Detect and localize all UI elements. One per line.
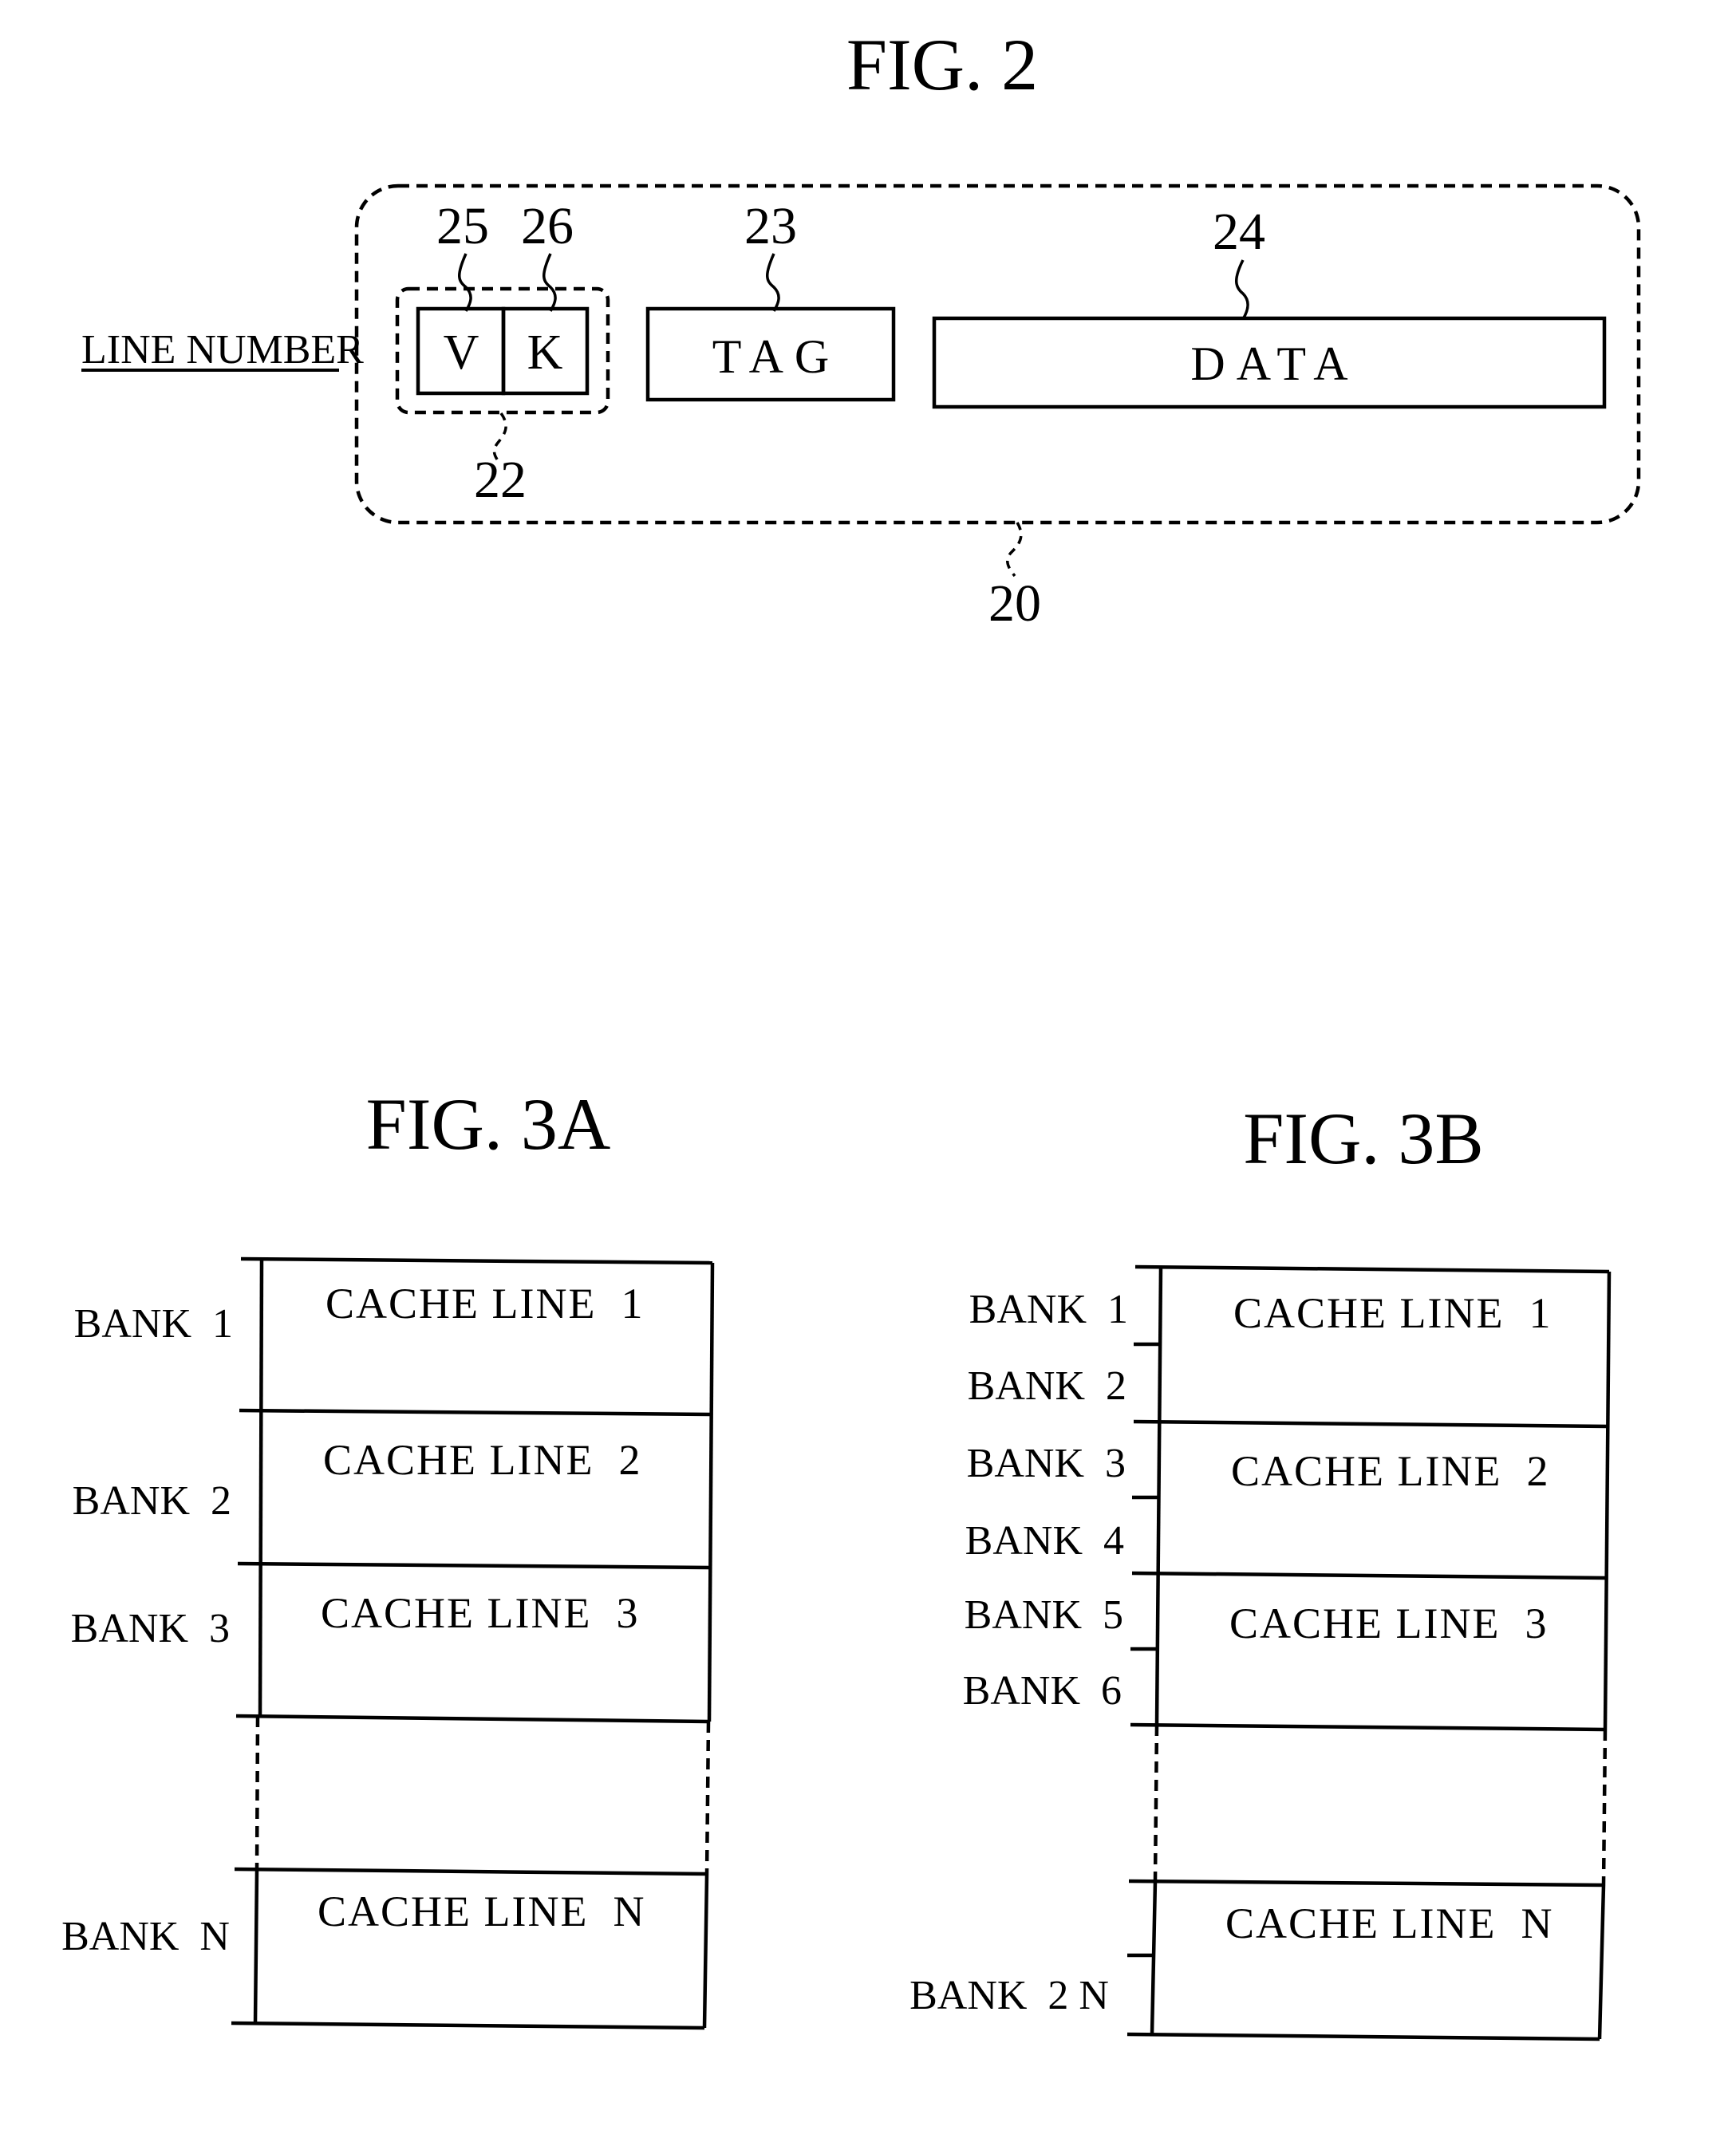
fig3b-left-edge-bottom: [1150, 1880, 1158, 2035]
callout-20: 20: [988, 574, 1041, 633]
tag-label: TAG: [712, 330, 841, 383]
callout-26: 26: [521, 197, 574, 255]
fig3b-right-edge-top: [1603, 1271, 1612, 1730]
callout-25: 25: [436, 197, 489, 255]
fig3a-right-edge-top: [707, 1262, 715, 1722]
valid-bit-label: V: [444, 325, 479, 380]
fig3b-cache-line-label: CACHE LINE 3: [1229, 1600, 1548, 1647]
callout-24: 24: [1213, 203, 1265, 261]
fig3b-right-edge-bottom: [1597, 1884, 1606, 2040]
fig3b-right-edge-gap: [1601, 1729, 1608, 1886]
leader-23: [766, 253, 780, 312]
fig3b-row-boundary: [1128, 1879, 1604, 1887]
fig3b-left-edge-gap: [1153, 1724, 1159, 1882]
fig3a-row-boundary: [231, 2021, 705, 2030]
leader-25: [458, 253, 472, 312]
fig3a-cache-line-label: CACHE LINE 3: [321, 1589, 639, 1637]
fig3a-left-edge-top: [258, 1258, 264, 1717]
fig3b-row-boundary: [1134, 1264, 1610, 1274]
fig3b-bank-label: BANK 6: [963, 1668, 1122, 1714]
patent-figure-sheet: FIG. 2 LINE NUMBER V K TAG DATA 25 26 23…: [61, 24, 1641, 2041]
fig3a-left-edge-bottom: [253, 1868, 259, 2024]
fig3b-cache-line-label: CACHE LINE N: [1225, 1899, 1553, 1947]
fig3a-cache-line-label: CACHE LINE 2: [323, 1436, 641, 1484]
fig3a-bank-label: BANK 1: [74, 1301, 233, 1347]
fig3b-bank-label: BANK 2: [968, 1363, 1126, 1409]
fig2-title: FIG. 2: [846, 24, 1038, 105]
line-number-label: LINE NUMBER: [81, 327, 364, 373]
fig3b-title: FIG. 3B: [1243, 1098, 1484, 1179]
fig3b-row-boundary: [1131, 1571, 1608, 1580]
fig3a-right-edge-gap: [704, 1721, 711, 1875]
fig3b-cache-line-label: CACHE LINE 2: [1231, 1447, 1549, 1495]
fig3a: FIG. 3A BANK 1 BANK 2 BANK 3 BANK N CACH…: [61, 1083, 715, 2030]
fig3a-left-edge-gap: [254, 1715, 260, 1870]
fig3a-row-boundary: [239, 1408, 712, 1417]
fig3b-bank-label: BANK 1: [969, 1287, 1128, 1332]
fig3a-title: FIG. 3A: [366, 1083, 611, 1165]
fig3a-row-boundary: [237, 1561, 711, 1570]
fig3a-cache-line-label: CACHE LINE N: [318, 1887, 645, 1935]
leader-26: [542, 253, 557, 312]
fig3a-bank-label: BANK 2: [73, 1478, 231, 1524]
data-label: DATA: [1190, 337, 1359, 390]
fig3b-row-boundary: [1130, 1722, 1606, 1732]
leader-24: [1235, 259, 1249, 320]
fig3a-cache-line-label: CACHE LINE 1: [326, 1280, 644, 1327]
fig3b-cache-line-label: CACHE LINE 1: [1233, 1289, 1552, 1337]
fig3a-row-boundary: [240, 1256, 713, 1265]
fig3a-row-boundary: [234, 1867, 708, 1876]
fig2: FIG. 2 LINE NUMBER V K TAG DATA 25 26 23…: [81, 24, 1641, 633]
callout-22: 22: [474, 451, 527, 509]
k-bit-label: K: [527, 325, 563, 380]
leader-20: [1006, 522, 1023, 578]
fig3b-bank-label: BANK 3: [967, 1441, 1126, 1486]
fig3b-bank-label: BANK 5: [965, 1592, 1123, 1638]
fig3b-bank-label: BANK 2 N: [909, 1973, 1109, 2018]
fig3a-bank-label: BANK N: [61, 1914, 230, 1959]
callout-23: 23: [744, 197, 797, 255]
fig3a-row-boundary: [235, 1714, 709, 1724]
fig3b-row-boundary: [1133, 1419, 1608, 1429]
fig3b-row-boundary: [1126, 2032, 1600, 2041]
fig3b: FIG. 3B BANK 1 BANK 2 BANK 3 BANK 4 BANK…: [909, 1098, 1612, 2041]
fig3b-bank-label: BANK 4: [965, 1518, 1124, 1564]
fig3a-bank-label: BANK 3: [71, 1606, 230, 1651]
fig3a-right-edge-bottom: [702, 1873, 709, 2029]
